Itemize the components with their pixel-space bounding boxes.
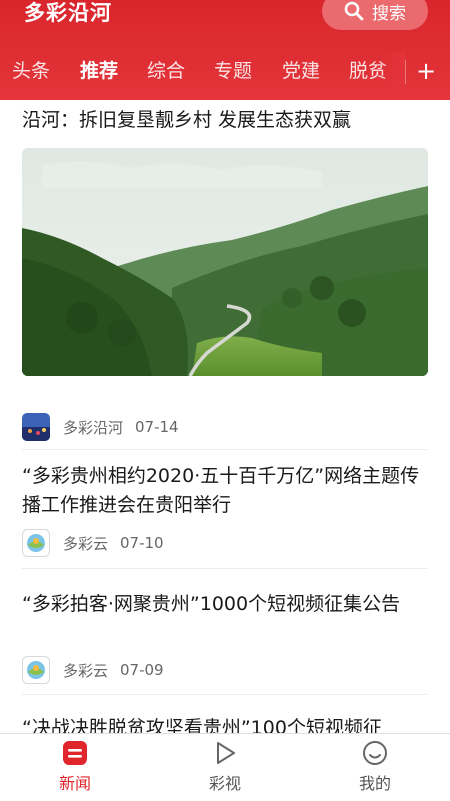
source-avatar	[22, 656, 50, 684]
divider	[22, 568, 428, 569]
article-image[interactable]	[22, 148, 428, 376]
tab-dangjian[interactable]: 党建	[282, 52, 320, 92]
publish-date: 07-10	[120, 534, 164, 552]
search-label: 搜索	[372, 3, 406, 24]
top-header: 多彩沿河 搜索 头条 推荐 综合 专题 党建 脱贫 +	[0, 0, 450, 100]
add-channel-button[interactable]: +	[412, 56, 440, 88]
tab-zonghe[interactable]: 综合	[147, 52, 185, 92]
search-button[interactable]: 搜索	[322, 0, 428, 30]
nav-news-label: 新闻	[58, 774, 91, 793]
tabs-fade	[380, 52, 405, 92]
bottom-nav: 新闻 彩视 我的	[0, 733, 450, 801]
news-icon	[63, 741, 87, 765]
article-title[interactable]: “决战决胜脱贫攻坚看贵州”100个短视频征	[22, 714, 428, 733]
divider	[22, 694, 428, 695]
nav-news[interactable]: 新闻	[25, 734, 125, 801]
tab-zhuanti[interactable]: 专题	[214, 52, 252, 92]
publish-date: 07-09	[120, 661, 164, 679]
nav-mine-label: 我的	[358, 774, 391, 793]
channel-tabs: 头条 推荐 综合 专题 党建 脱贫	[0, 52, 405, 92]
app-title: 多彩沿河	[24, 1, 112, 25]
source-avatar	[22, 529, 50, 557]
publish-date: 07-14	[135, 418, 179, 436]
nav-mine[interactable]: 我的	[325, 734, 425, 801]
article-meta: 多彩沿河 07-14	[22, 412, 179, 442]
source-name: 多彩云	[63, 534, 109, 553]
nav-video-label: 彩视	[208, 774, 241, 793]
source-avatar	[22, 413, 50, 441]
tab-tuijian[interactable]: 推荐	[80, 52, 118, 92]
smile-icon	[363, 741, 387, 765]
nav-video[interactable]: 彩视	[175, 734, 275, 801]
article-title[interactable]: “多彩拍客·网聚贵州”1000个短视频征集公告	[22, 590, 428, 619]
divider	[22, 449, 428, 450]
search-icon	[344, 1, 364, 21]
play-icon	[217, 742, 235, 764]
landscape-image	[22, 148, 428, 376]
tabs-divider	[405, 60, 406, 84]
article-title[interactable]: 沿河：拆旧复垦靓乡村 发展生态获双赢	[22, 106, 428, 135]
source-name: 多彩云	[63, 661, 109, 680]
article-meta: 多彩云 07-10	[22, 528, 164, 558]
article-meta: 多彩云 07-09	[22, 655, 164, 685]
tab-toutiao[interactable]: 头条	[12, 52, 50, 92]
source-name: 多彩沿河	[63, 418, 124, 437]
article-title[interactable]: “多彩贵州相约2020·五十百千万亿”网络主题传播工作推进会在贵阳举行	[22, 462, 428, 520]
